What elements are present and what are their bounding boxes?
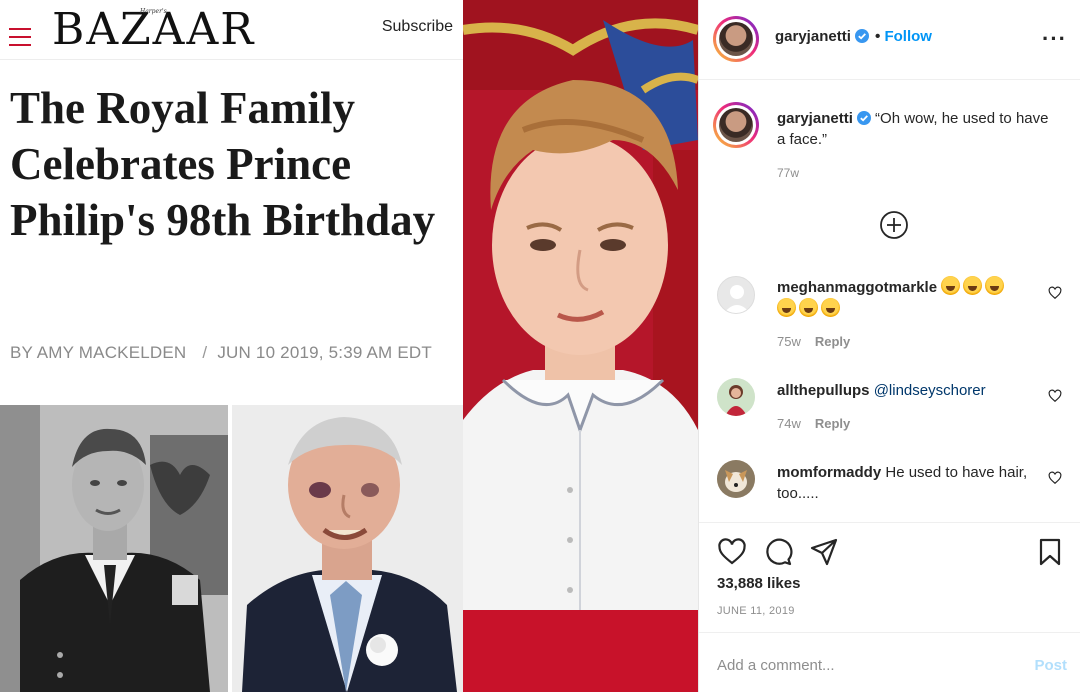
article-byline: BY AMY MACKELDEN / JUN 10 2019, 5:39 AM ED… <box>10 340 455 366</box>
young-prince-photo <box>0 405 228 692</box>
post-date: JUNE 11, 2019 <box>717 605 795 617</box>
dog-photo-icon <box>717 460 755 498</box>
add-comment-bar: Add a comment... Post <box>699 632 1080 692</box>
comment-avatar[interactable] <box>717 460 755 498</box>
comment-username[interactable]: allthepullups <box>777 382 870 399</box>
share-icon[interactable] <box>809 537 839 567</box>
verified-icon <box>854 29 869 43</box>
author-avatar[interactable] <box>713 16 759 62</box>
instagram-post-panel: garyjanetti • Follow ··· garyjanetti “Oh w… <box>698 0 1080 692</box>
child-photo <box>463 0 698 692</box>
comment-timestamp: 74w <box>777 416 801 431</box>
elderly-prince-illustration <box>232 405 463 692</box>
add-comment-input[interactable]: Add a comment... <box>717 657 835 674</box>
byline-author[interactable]: BY AMY MACKELDEN <box>10 343 186 362</box>
post-author-row: garyjanetti • Follow <box>775 28 932 46</box>
comment-username[interactable]: meghanmaggotmarkle <box>777 279 937 296</box>
bookmark-icon[interactable] <box>1035 537 1065 567</box>
comment-mention[interactable]: @lindseyschorer <box>874 382 986 399</box>
post-comment-button[interactable]: Post <box>1034 657 1067 674</box>
byline-separator: / <box>202 343 208 362</box>
caption-avatar[interactable] <box>713 102 759 148</box>
default-avatar-icon <box>724 285 750 313</box>
load-more-comments-icon[interactable] <box>879 210 909 240</box>
article-panel: BAZAAR Harper's Subscribe The Royal Fami… <box>0 0 463 692</box>
post-author-username[interactable]: garyjanetti <box>775 28 851 45</box>
comment-timestamp: 75w <box>777 334 801 349</box>
likes-count[interactable]: 33,888 likes <box>717 575 800 592</box>
caption-username[interactable]: garyjanetti <box>777 110 853 127</box>
post-caption: garyjanetti “Oh wow, he used to have a f… <box>777 108 1057 150</box>
user-photo-icon <box>717 378 755 416</box>
subscribe-link[interactable]: Subscribe <box>382 18 453 36</box>
byline-date: JUN 10 2019, 5:39 AM EDT <box>217 343 432 362</box>
like-comment-icon[interactable] <box>1048 471 1062 485</box>
reply-button[interactable]: Reply <box>815 334 850 349</box>
menu-icon[interactable] <box>9 28 31 48</box>
comment-avatar[interactable] <box>717 276 755 314</box>
comment-meta: 75w Reply <box>777 334 850 349</box>
child-illustration <box>463 0 698 692</box>
follow-button[interactable]: Follow <box>884 28 932 45</box>
brand-logo-small: Harper's <box>140 8 167 15</box>
elderly-prince-photo <box>232 405 463 692</box>
follow-separator: • <box>874 28 881 45</box>
like-comment-icon[interactable] <box>1048 389 1062 403</box>
laughing-emoji-icon <box>941 276 1007 296</box>
reply-button[interactable]: Reply <box>815 416 850 431</box>
comment-1: meghanmaggotmarkle <box>777 276 1037 320</box>
post-header: garyjanetti • Follow ··· <box>699 0 1080 80</box>
article-headline: The Royal Family Celebrates Prince Phili… <box>10 83 436 245</box>
post-actions: 33,888 likes JUNE 11, 2019 <box>699 522 1080 632</box>
comment-username[interactable]: momformaddy <box>777 464 881 481</box>
young-prince-illustration <box>0 405 228 692</box>
comment-avatar[interactable] <box>717 378 755 416</box>
heart-icon[interactable] <box>717 537 747 567</box>
comment-meta: 74w Reply <box>777 416 850 431</box>
comment-icon[interactable] <box>763 537 793 567</box>
laughing-emoji-icon <box>777 298 843 318</box>
caption-timestamp: 77w <box>777 166 800 180</box>
comment-2: allthepullups @lindseyschorer <box>777 380 1037 401</box>
verified-icon <box>856 111 871 125</box>
like-comment-icon[interactable] <box>1048 286 1062 300</box>
article-header: BAZAAR Harper's Subscribe <box>0 0 463 60</box>
comment-3: momformaddy He used to have hair, too...… <box>777 462 1037 504</box>
more-options-icon[interactable]: ··· <box>1042 26 1067 52</box>
